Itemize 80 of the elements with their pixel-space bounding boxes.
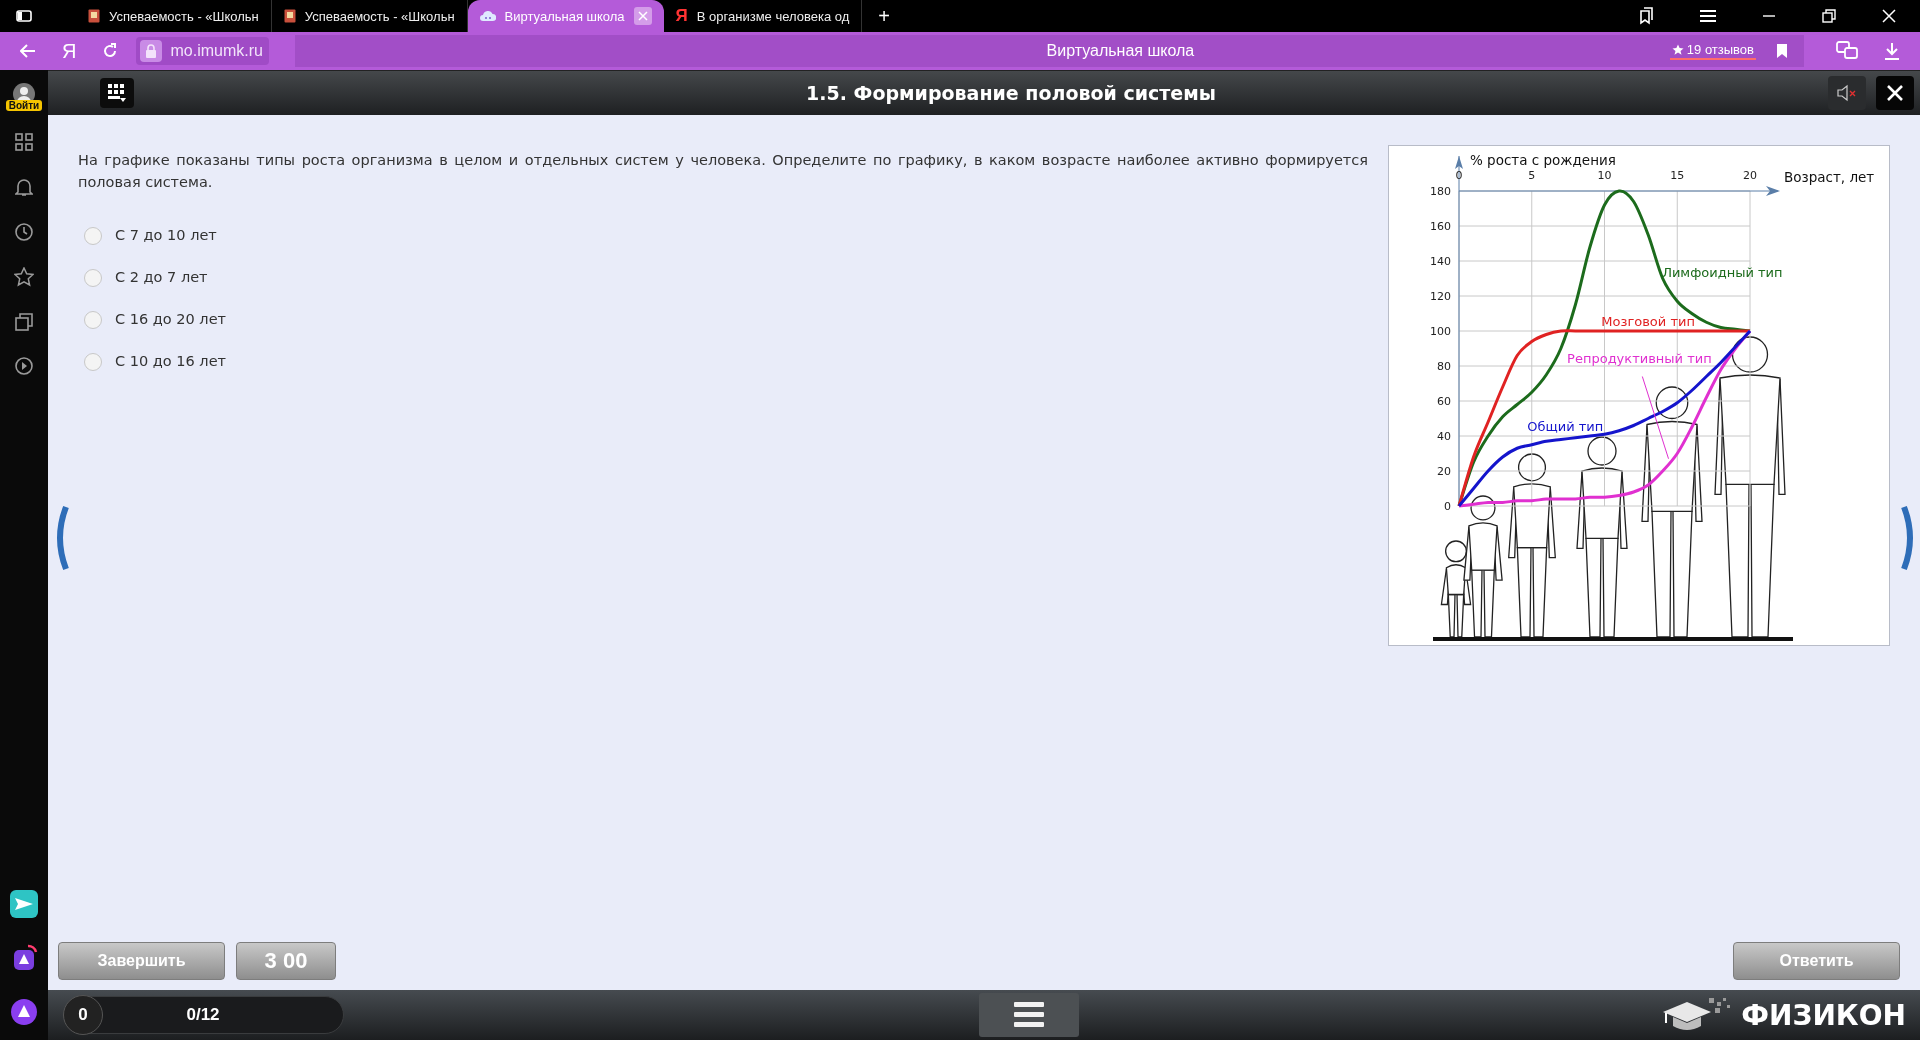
y-axis-label: % роста с рождения: [1470, 152, 1616, 168]
y-tick-label: 60: [1437, 395, 1451, 408]
y-tick-label: 0: [1444, 500, 1451, 513]
tab-logo: Я: [675, 6, 688, 26]
grid-menu-icon: [107, 83, 127, 103]
tab-title: Виртуальная школа: [504, 8, 625, 24]
answer-option[interactable]: С 10 до 16 лет: [115, 350, 226, 373]
back-icon[interactable]: [20, 44, 36, 58]
answer-option[interactable]: С 16 до 20 лет: [115, 308, 226, 331]
restore-icon[interactable]: [1822, 9, 1836, 23]
y-tick-label: 120: [1430, 290, 1451, 303]
timer: 3 00: [236, 942, 336, 980]
menu-button[interactable]: [979, 993, 1079, 1037]
grid-icon[interactable]: [15, 133, 33, 151]
radio-button[interactable]: [84, 310, 102, 329]
close-icon[interactable]: [1882, 9, 1896, 23]
browser-tab[interactable]: Виртуальная школа: [467, 0, 664, 32]
url-field[interactable]: mo.imumk.ru: [136, 37, 269, 65]
series-label: Лимфоидный тип: [1662, 264, 1783, 280]
series-label: Репродуктивный тип: [1567, 350, 1712, 366]
brand-name: ФИЗИКОН: [1741, 998, 1906, 1032]
score-badge: 0: [63, 995, 103, 1035]
x-axis-label: Возраст, лет: [1784, 169, 1875, 185]
contents-button[interactable]: [100, 78, 134, 108]
muted-speaker-icon: [1836, 84, 1858, 102]
x-tick-label: 5: [1528, 169, 1536, 182]
sidebar-toggle-icon[interactable]: [16, 10, 32, 22]
tab-title: Успеваемость - «Школьн: [109, 8, 259, 24]
series-label: Общий тип: [1527, 418, 1604, 434]
y-tick-label: 100: [1430, 325, 1451, 338]
star-icon: [1671, 43, 1684, 56]
bookmark-icon[interactable]: [1776, 43, 1788, 59]
progress-text: 0/12: [185, 1005, 221, 1025]
tab-title: Успеваемость - «Школьн: [304, 8, 455, 24]
y-tick-label: 160: [1430, 220, 1451, 233]
book-icon: [88, 9, 100, 23]
assistant-icon[interactable]: [10, 998, 38, 1026]
series-label: Мозговой тип: [1601, 313, 1695, 329]
y-tick-label: 40: [1437, 430, 1451, 443]
radio-button[interactable]: [84, 352, 102, 371]
y-tick-label: 180: [1430, 185, 1451, 198]
sound-button[interactable]: [1828, 76, 1866, 110]
lesson-title: 1.5. Формирование половой системы: [805, 82, 1217, 104]
page-title: Виртуальная школа: [1045, 42, 1196, 60]
tab-title: В организме человека од: [696, 8, 850, 24]
bell-icon[interactable]: [15, 177, 33, 197]
book-icon: [283, 9, 296, 23]
y-tick-label: 140: [1430, 255, 1451, 268]
y-tick-label: 20: [1437, 465, 1451, 478]
download-icon[interactable]: [1884, 42, 1900, 60]
x-tick-label: 10: [1597, 169, 1612, 182]
clock-icon[interactable]: [15, 223, 33, 241]
radio-button[interactable]: [84, 268, 102, 287]
browser-logo[interactable]: Я: [62, 39, 77, 63]
new-tab-button[interactable]: +: [878, 4, 890, 28]
menu-icon: [1014, 1001, 1044, 1029]
cloud-icon: [479, 10, 496, 22]
x-tick-label: 0: [1455, 169, 1463, 182]
url-text: mo.imumk.ru: [170, 42, 263, 60]
answer-option[interactable]: С 7 до 10 лет: [115, 224, 217, 247]
login-badge: Войти: [5, 100, 43, 111]
question-text: На графике показаны типы роста организма в целом и отдельных систем у человека. Определите по графику, в каком возрасте наиболее активно формируется половая система.: [78, 151, 1368, 192]
radio-button[interactable]: [84, 226, 102, 245]
translate-icon[interactable]: [1836, 41, 1858, 61]
close-button[interactable]: [1876, 76, 1914, 110]
close-icon: [1886, 84, 1904, 102]
send-app-icon[interactable]: [10, 890, 38, 918]
menu-icon[interactable]: [1700, 10, 1716, 22]
answer-option[interactable]: С 2 до 7 лет: [115, 266, 208, 289]
collections-icon[interactable]: [15, 313, 33, 331]
star-icon[interactable]: [14, 267, 34, 287]
play-icon[interactable]: [15, 357, 33, 375]
x-tick-label: 20: [1743, 169, 1757, 182]
bookmarks-icon[interactable]: [1638, 7, 1654, 25]
lock-icon: [140, 40, 163, 62]
y-tick-label: 80: [1437, 360, 1451, 373]
login-button[interactable]: Войти: [5, 82, 43, 111]
reviews-link[interactable]: 19 отзывов: [1669, 42, 1756, 60]
x-tick-label: 15: [1670, 169, 1685, 182]
reload-icon[interactable]: [102, 43, 119, 59]
